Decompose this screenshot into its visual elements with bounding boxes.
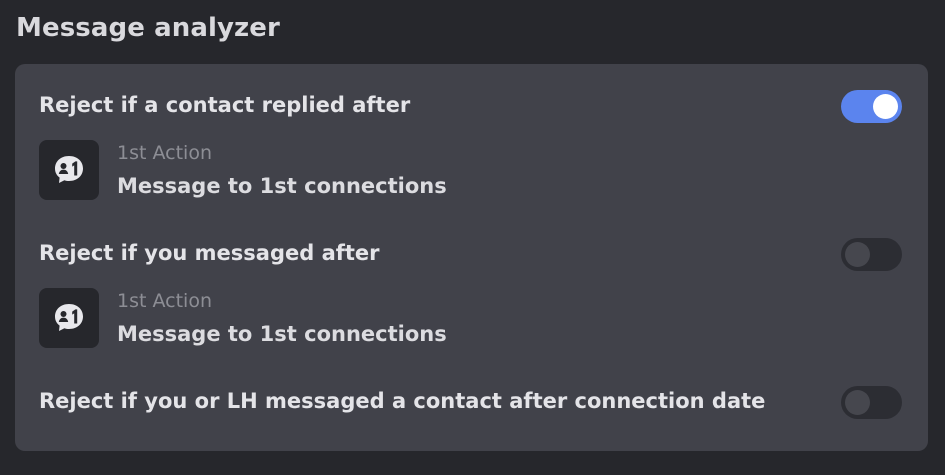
message-1st-icon xyxy=(39,288,99,348)
rule-toggle-you-messaged[interactable] xyxy=(841,238,902,271)
message-analyzer-panel: Reject if a contact replied after 1st Ac… xyxy=(15,64,928,451)
rule-action-contact-replied[interactable]: 1st Action Message to 1st connections xyxy=(39,140,499,200)
action-step-label: 1st Action xyxy=(117,142,212,164)
rule-action-you-messaged[interactable]: 1st Action Message to 1st connections xyxy=(39,288,499,348)
rule-toggle-lh-messaged[interactable] xyxy=(841,386,902,419)
page-title: Message analyzer xyxy=(16,13,280,43)
toggle-knob xyxy=(845,390,870,415)
rule-label-you-messaged: Reject if you messaged after xyxy=(39,241,380,265)
toggle-knob xyxy=(873,94,898,119)
action-step-label: 1st Action xyxy=(117,290,212,312)
rule-label-lh-messaged: Reject if you or LH messaged a contact a… xyxy=(39,389,766,413)
rule-label-contact-replied: Reject if a contact replied after xyxy=(39,93,411,117)
toggle-knob xyxy=(845,242,870,267)
action-name: Message to 1st connections xyxy=(117,174,447,198)
rule-toggle-contact-replied[interactable] xyxy=(841,90,902,123)
message-1st-icon xyxy=(39,140,99,200)
action-name: Message to 1st connections xyxy=(117,322,447,346)
